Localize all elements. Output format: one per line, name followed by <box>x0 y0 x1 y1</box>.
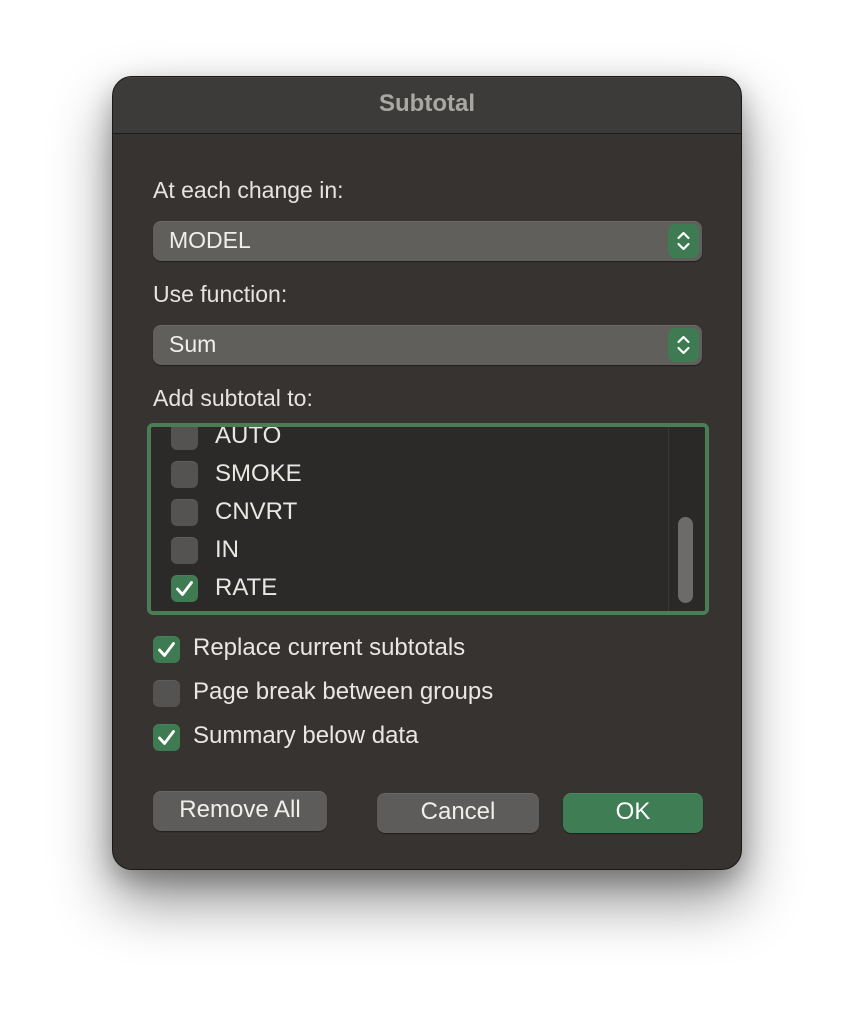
replace-subtotals-label: Replace current subtotals <box>193 634 466 661</box>
checkmark-icon <box>158 730 175 745</box>
checkbox-smoke[interactable] <box>171 461 198 488</box>
list-item-label: RATE <box>215 574 278 601</box>
checkbox-rate[interactable] <box>171 575 198 602</box>
change-in-select[interactable]: MODEL <box>153 221 702 261</box>
list-item-smoke[interactable]: SMOKE <box>171 456 651 494</box>
dialog-title: Subtotal <box>379 90 475 117</box>
checkmark-icon <box>158 642 175 657</box>
checkbox-in[interactable] <box>171 537 198 564</box>
scrollbar-thumb[interactable] <box>678 517 693 603</box>
summary-below-label: Summary below data <box>193 722 419 749</box>
add-subtotal-list-content: AUTO SMOKE CNVRT IN RATE <box>151 427 669 611</box>
use-function-value: Sum <box>169 331 217 357</box>
ok-button[interactable]: OK <box>563 793 703 833</box>
list-item-in[interactable]: IN <box>171 532 651 570</box>
list-item-label: CNVRT <box>215 498 298 525</box>
page-break-label: Page break between groups <box>193 678 494 705</box>
list-item-cnvrt[interactable]: CNVRT <box>171 494 651 532</box>
change-in-value: MODEL <box>169 227 251 253</box>
checkmark-icon <box>176 581 193 596</box>
remove-all-button[interactable]: Remove All <box>153 791 327 831</box>
checkbox-auto[interactable] <box>171 427 198 450</box>
chevron-up-down-icon[interactable] <box>668 224 699 258</box>
use-function-select[interactable]: Sum <box>153 325 702 365</box>
change-in-label: At each change in: <box>153 177 344 203</box>
add-subtotal-label: Add subtotal to: <box>153 385 313 411</box>
summary-below-option[interactable]: Summary below data <box>153 722 653 758</box>
list-item-label: SMOKE <box>215 460 302 487</box>
summary-below-checkbox[interactable] <box>153 724 180 751</box>
page-break-checkbox[interactable] <box>153 680 180 707</box>
subtotal-dialog: Subtotal At each change in: MODEL Use fu… <box>112 76 742 870</box>
cancel-button[interactable]: Cancel <box>377 793 539 833</box>
replace-subtotals-option[interactable]: Replace current subtotals <box>153 634 653 670</box>
checkbox-cnvrt[interactable] <box>171 499 198 526</box>
add-subtotal-list[interactable]: AUTO SMOKE CNVRT IN RATE <box>147 423 709 615</box>
use-function-label: Use function: <box>153 281 288 307</box>
replace-subtotals-checkbox[interactable] <box>153 636 180 663</box>
list-scrollbar[interactable] <box>668 427 705 611</box>
list-item-rate[interactable]: RATE <box>171 570 651 608</box>
list-item-label: IN <box>215 536 239 563</box>
chevron-up-down-icon[interactable] <box>668 328 699 362</box>
page-break-option[interactable]: Page break between groups <box>153 678 653 714</box>
list-item-auto[interactable]: AUTO <box>171 423 651 456</box>
list-item-label: AUTO <box>215 423 282 449</box>
title-bar[interactable]: Subtotal <box>113 77 741 134</box>
